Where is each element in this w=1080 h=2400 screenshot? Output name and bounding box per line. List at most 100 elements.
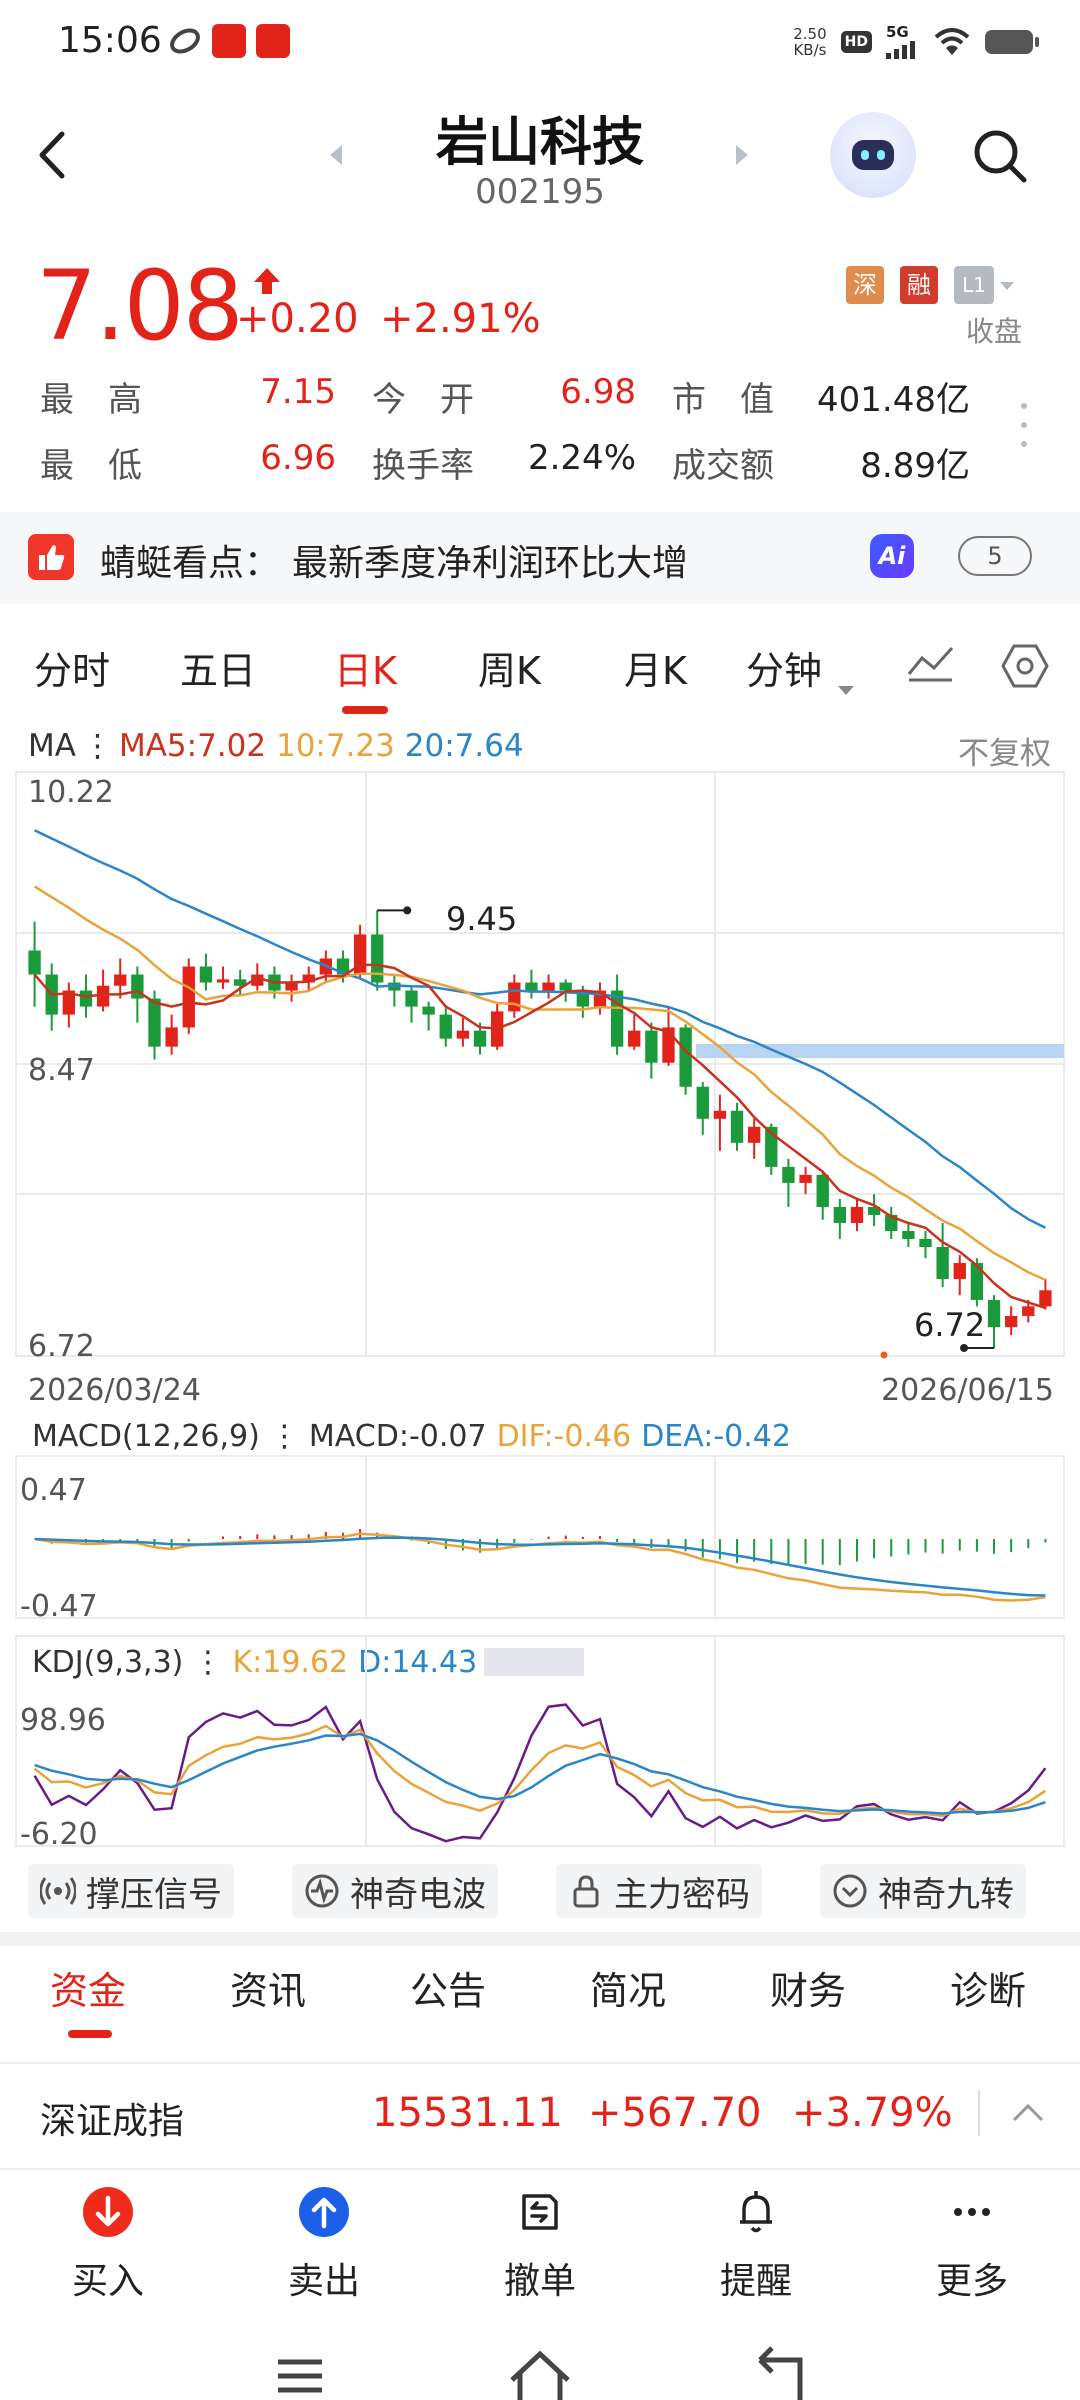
chevron-down-icon[interactable] (1000, 282, 1014, 290)
message-notification-icon (256, 24, 290, 58)
draw-line-icon[interactable] (906, 644, 956, 684)
candle (422, 1001, 435, 1031)
candle (936, 1222, 949, 1288)
kdj-tick-top: 98.96 (20, 1703, 106, 1738)
alert-button[interactable]: 提醒 (686, 2186, 826, 2304)
candle (45, 963, 58, 1031)
back-nav-icon[interactable] (758, 2346, 803, 2400)
bell-icon (740, 2191, 772, 2233)
pressure-zone (696, 1044, 1064, 1058)
stat-label-low: 最 低 (40, 446, 142, 486)
wave-icon (305, 1874, 339, 1908)
tab-profile[interactable]: 简况 (590, 1960, 666, 2015)
candle (199, 953, 213, 991)
kdj-legend: KDJ(9,3,3) ⋮ K:19.62 D:14.43 (32, 1645, 477, 1680)
macd-tick-bottom: -0.47 (20, 1589, 98, 1624)
date-start: 2026/03/24 (28, 1373, 201, 1408)
section-divider (0, 1932, 1080, 1946)
candle (850, 1198, 864, 1231)
indicator-main-force-code[interactable]: 主力密码 (556, 1864, 762, 1918)
tab-timeshare[interactable]: 分时 (34, 640, 110, 695)
ma20-line (34, 829, 1046, 1229)
tab-monthly-k[interactable]: 月K (624, 640, 687, 695)
tab-funds[interactable]: 资金 (50, 1960, 126, 2015)
chart-period-tabs: 分时 五日 日K 周K 月K 分钟 (0, 620, 1080, 720)
candle (885, 1206, 898, 1240)
candle (182, 958, 195, 1034)
candle (610, 974, 624, 1055)
candle (645, 1022, 658, 1079)
tab-weekly-k[interactable]: 周K (478, 640, 541, 695)
check-circle-icon (833, 1874, 867, 1908)
candle (62, 982, 76, 1028)
candle (525, 969, 538, 999)
ai-icon[interactable]: Ai (870, 534, 914, 578)
tab-daily-k[interactable]: 日K (334, 640, 397, 695)
index-change-pct: +3.79% (792, 2090, 953, 2136)
menu-nav-icon[interactable] (278, 2359, 322, 2393)
divider (0, 2062, 1080, 2064)
more-stats-icon[interactable] (1020, 400, 1028, 450)
candle (216, 966, 230, 989)
tab-finance[interactable]: 财务 (770, 1960, 846, 2015)
candle (371, 910, 384, 991)
index-name[interactable]: 深证成指 (40, 2092, 184, 2144)
system-nav-bar (278, 2346, 803, 2400)
tab-news[interactable]: 资讯 (230, 1960, 306, 2015)
index-value: 15531.11 (372, 2090, 563, 2136)
candle (628, 1014, 641, 1050)
cancel-order-icon (522, 2194, 558, 2230)
stock-app-notification-icon (212, 24, 246, 58)
insight-banner[interactable]: 蜻蜓看点： 最新季度净利润环比大增 Ai 5 (0, 512, 1080, 604)
insight-count-badge[interactable]: 5 (958, 536, 1032, 576)
stat-value-turnover: 2.24% (527, 438, 636, 478)
next-stock-arrow-icon[interactable] (736, 145, 748, 165)
signal-icon: 5G (886, 25, 920, 59)
indicator-magic-nine[interactable]: 神奇九转 (820, 1864, 1026, 1918)
stat-value-amount: 8.89亿 (860, 446, 970, 486)
indicator-support-resistance[interactable]: 撑压信号 (28, 1864, 234, 1918)
k-line (33, 1724, 1047, 1818)
more-button[interactable]: 更多 (902, 2186, 1042, 2304)
chevron-up-icon[interactable] (1010, 2098, 1046, 2128)
cancel-order-button[interactable]: 撤单 (470, 2186, 610, 2304)
up-arrow-icon (254, 268, 280, 294)
indicator-magic-wave[interactable]: 神奇电波 (292, 1864, 498, 1918)
chevron-down-icon[interactable] (838, 686, 854, 695)
ma-legend: MA ⋮ MA5:7.02 10:7.23 20:7.64 (28, 728, 524, 764)
date-end: 2026/06/15 (881, 1373, 1054, 1408)
sell-icon (299, 2187, 349, 2237)
candle (1039, 1279, 1052, 1310)
home-nav-icon[interactable] (510, 2350, 570, 2400)
search-icon[interactable] (972, 128, 1028, 184)
battery-icon (985, 30, 1039, 54)
candle (730, 1102, 744, 1151)
stat-value-low: 6.96 (260, 438, 336, 478)
kdj-tick-bottom: -6.20 (20, 1817, 98, 1850)
kline-chart[interactable]: 10.22 8.47 6.72 9.45 6.72 2026/03/24 202… (0, 760, 1080, 1850)
candle (953, 1255, 966, 1296)
candle (456, 1017, 470, 1047)
tab-announcements[interactable]: 公告 (410, 1960, 486, 2015)
macd-tick-top: 0.47 (20, 1473, 87, 1508)
sell-button[interactable]: 卖出 (254, 2186, 394, 2304)
candle (165, 1014, 178, 1055)
j-value-redacted (484, 1648, 584, 1676)
y-tick-mid: 8.47 (28, 1053, 95, 1088)
robot-assistant-icon[interactable] (830, 112, 916, 198)
candle (782, 1158, 795, 1207)
candle (696, 1081, 709, 1135)
net-speed: 2.50 KB/s (793, 25, 827, 59)
buy-button[interactable]: 买入 (38, 2186, 178, 2304)
level-badge[interactable]: L1 (954, 266, 994, 304)
candle (987, 1295, 1001, 1348)
tab-minute[interactable]: 分钟 (746, 640, 822, 695)
tab-five-day[interactable]: 五日 (180, 640, 256, 695)
event-dot[interactable] (880, 1351, 888, 1359)
settings-icon[interactable] (1000, 642, 1050, 690)
y-tick-bottom: 6.72 (28, 1329, 95, 1364)
stock-name: 岩山科技 (435, 113, 644, 173)
divider (978, 2090, 980, 2136)
stat-label-open: 今 开 (372, 380, 474, 420)
tab-diagnosis[interactable]: 诊断 (950, 1960, 1026, 2015)
